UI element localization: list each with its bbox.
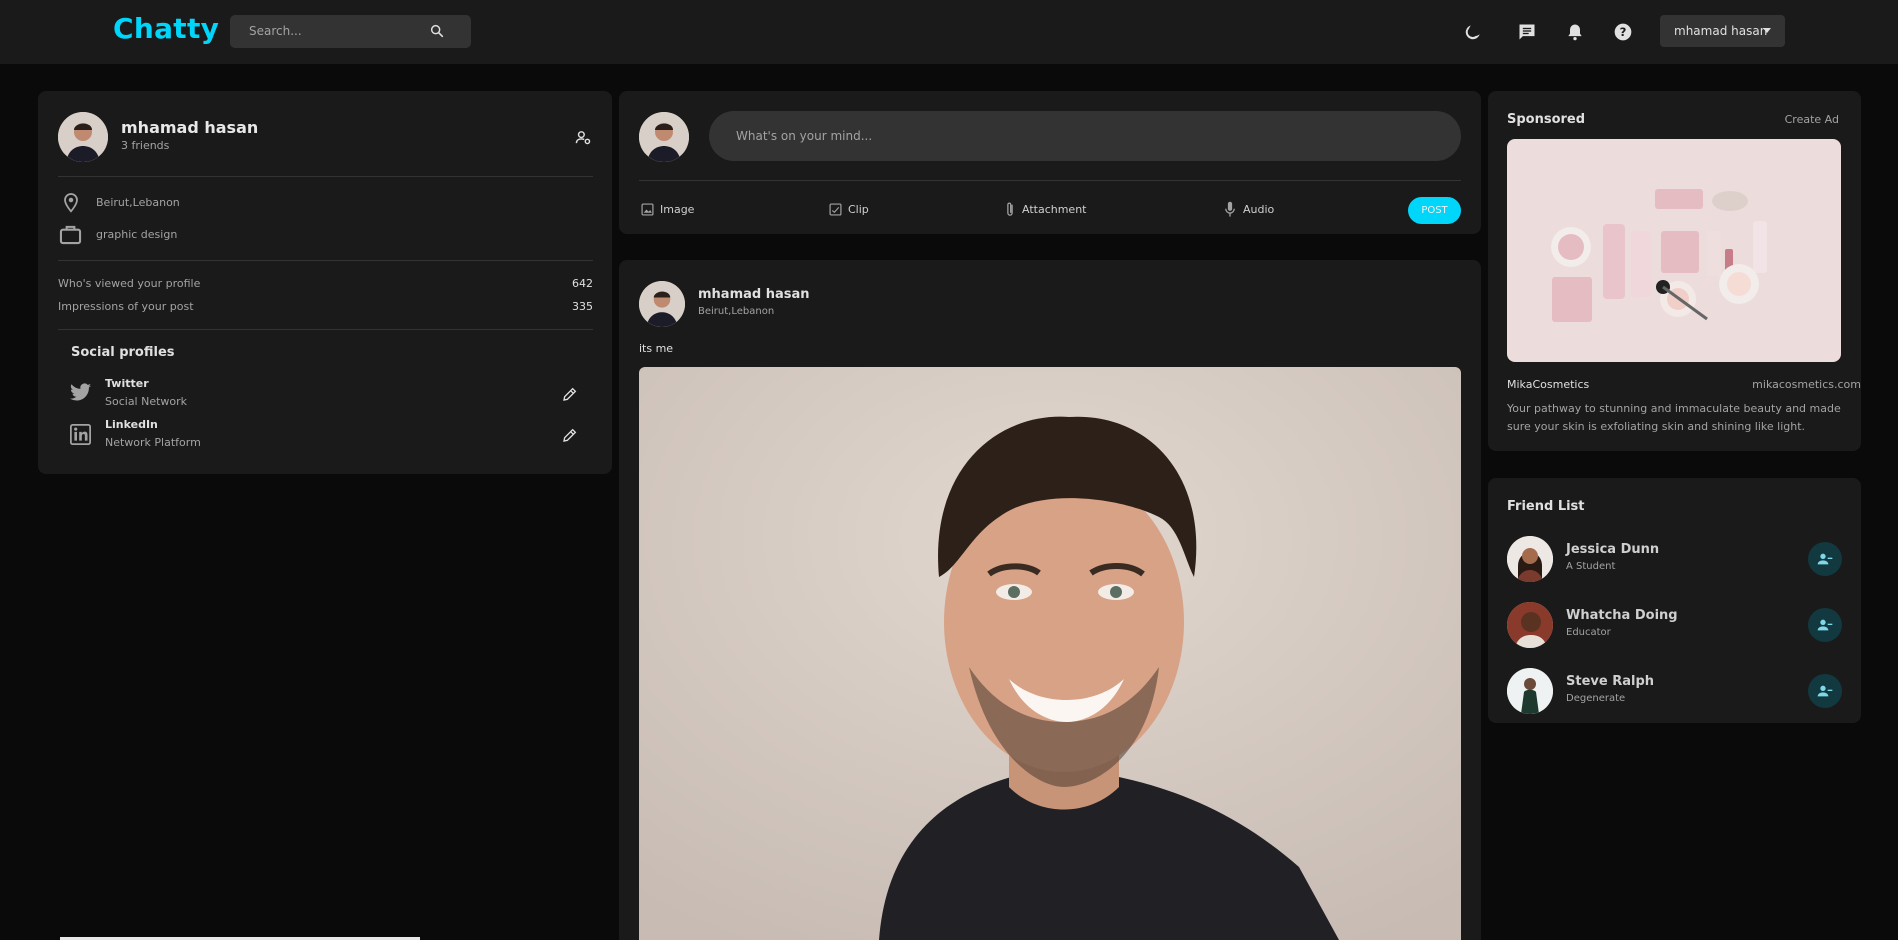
sponsor-description-line-2: sure your skin is exfoliating skin and s… (1507, 420, 1806, 433)
social-name[interactable]: LinkedIn (105, 418, 158, 431)
create-ad-link[interactable]: Create Ad (1785, 113, 1839, 126)
profile-occupation: graphic design (96, 228, 178, 241)
social-type: Network Platform (105, 436, 201, 449)
friend-name[interactable]: Steve Ralph (1566, 674, 1654, 689)
person-remove-icon (1817, 553, 1833, 565)
edit-icon[interactable] (562, 427, 578, 443)
friend-subtitle: Educator (1566, 627, 1611, 638)
help-icon[interactable]: ? (1613, 22, 1633, 42)
search-icon[interactable] (429, 23, 445, 39)
remove-friend-button[interactable] (1808, 542, 1842, 576)
friend-name[interactable]: Jessica Dunn (1566, 542, 1659, 557)
stat-label: Impressions of your post (58, 300, 194, 313)
divider (58, 260, 593, 261)
composer-placeholder: What's on your mind... (736, 129, 873, 143)
stat-label: Who's viewed your profile (58, 277, 201, 290)
bell-icon[interactable] (1565, 22, 1585, 42)
linkedin-icon (70, 424, 91, 445)
search-bar[interactable]: Search... (230, 15, 471, 48)
social-name[interactable]: Twitter (105, 377, 149, 390)
manage-account-icon[interactable] (575, 129, 592, 146)
stat-value: 642 (572, 277, 593, 290)
friend-subtitle: A Student (1566, 561, 1616, 572)
sponsored-ad-image[interactable] (1507, 139, 1841, 362)
composer-clip-button[interactable]: Clip (848, 203, 869, 216)
composer-image-button[interactable]: Image (660, 203, 694, 216)
app-logo[interactable]: Chatty (113, 12, 219, 45)
post-author-avatar[interactable] (639, 281, 685, 327)
social-type: Social Network (105, 395, 188, 408)
remove-friend-button[interactable] (1808, 674, 1842, 708)
sponsor-brand[interactable]: MikaCosmetics (1507, 378, 1589, 391)
profile-friends-count: 3 friends (121, 139, 170, 152)
briefcase-icon (59, 225, 82, 245)
remove-friend-button[interactable] (1808, 608, 1842, 642)
moon-icon[interactable] (1463, 22, 1483, 42)
stat-value: 335 (572, 300, 593, 313)
divider (58, 176, 593, 177)
sponsor-description-line-1: Your pathway to stunning and immaculate … (1507, 402, 1841, 415)
image-icon[interactable] (641, 203, 654, 216)
friend-list-heading: Friend List (1507, 499, 1585, 514)
profile-avatar[interactable] (58, 112, 108, 162)
search-input[interactable]: Search... (249, 24, 302, 38)
composer-avatar (639, 112, 689, 162)
profile-name[interactable]: mhamad hasan (121, 118, 258, 137)
microphone-icon[interactable] (1224, 201, 1236, 218)
top-navbar: Chatty Search... ? mhamad hasan (0, 0, 1898, 64)
attachment-icon[interactable] (1005, 201, 1015, 218)
edit-icon[interactable] (562, 386, 578, 402)
composer-attachment-button[interactable]: Attachment (1022, 203, 1087, 216)
user-menu-label: mhamad hasan (1674, 24, 1768, 38)
social-profiles-heading: Social profiles (71, 345, 175, 360)
composer-audio-button[interactable]: Audio (1243, 203, 1274, 216)
divider (639, 180, 1461, 181)
person-remove-icon (1817, 685, 1833, 697)
message-icon[interactable] (1517, 22, 1537, 42)
caret-down-icon (1763, 28, 1771, 33)
twitter-icon (70, 383, 92, 401)
post-text: its me (639, 342, 674, 355)
clip-icon[interactable] (829, 203, 842, 216)
friend-avatar[interactable] (1507, 536, 1553, 582)
post-author-name[interactable]: mhamad hasan (698, 287, 810, 302)
friend-name[interactable]: Whatcha Doing (1566, 608, 1678, 623)
sponsor-url[interactable]: mikacosmetics.com (1752, 378, 1861, 391)
svg-text:?: ? (1620, 25, 1627, 39)
friend-subtitle: Degenerate (1566, 693, 1626, 704)
user-menu-dropdown[interactable]: mhamad hasan (1660, 15, 1785, 47)
post-author-location: Beirut,Lebanon (698, 306, 775, 317)
post-photo[interactable] (639, 367, 1461, 940)
whats-on-your-mind-input[interactable]: What's on your mind... (709, 111, 1461, 161)
person-remove-icon (1817, 619, 1833, 631)
sponsored-heading: Sponsored (1507, 112, 1586, 127)
friend-avatar[interactable] (1507, 602, 1553, 648)
friend-avatar[interactable] (1507, 668, 1553, 714)
location-icon (64, 193, 78, 213)
divider (58, 329, 593, 330)
post-button[interactable]: POST (1408, 197, 1461, 224)
profile-location: Beirut,Lebanon (96, 196, 180, 209)
